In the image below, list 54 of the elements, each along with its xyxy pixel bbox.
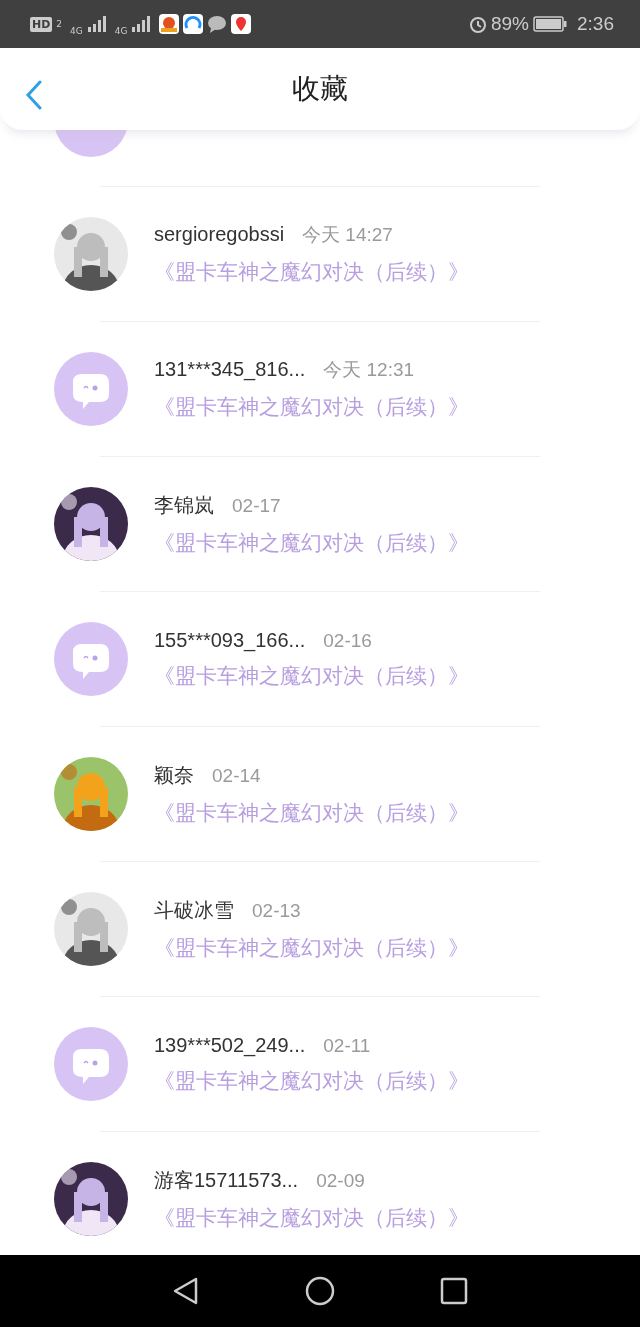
item-title: 《盟卡车神之魔幻对决（后续）》 bbox=[154, 934, 469, 962]
timestamp: 02-16 bbox=[323, 629, 372, 652]
item-title: 《盟卡车神之魔幻对决（后续）》 bbox=[154, 1067, 469, 1095]
back-icon[interactable] bbox=[172, 1276, 200, 1306]
user-name: 131***345_816... bbox=[154, 358, 306, 381]
timestamp: 02-14 bbox=[212, 764, 261, 787]
clock: 2:36 bbox=[577, 13, 614, 35]
favorite-item[interactable]: 139***502_249... 02-11 《盟卡车神之魔幻对决（后续）》 bbox=[0, 997, 640, 1131]
item-title: 《盟卡车神之魔幻对决（后续）》 bbox=[154, 394, 469, 421]
favorite-item[interactable]: sergioregobssi 今天 14:27 《盟卡车神之魔幻对决（后续）》 bbox=[0, 187, 640, 321]
timestamp: 今天 14:27 bbox=[302, 223, 393, 247]
battery-icon bbox=[533, 16, 567, 32]
timestamp: 02-13 bbox=[252, 899, 301, 922]
favorite-item[interactable]: 斗破冰雪 02-13 《盟卡车神之魔幻对决（后续）》 bbox=[0, 862, 640, 996]
signal-icon bbox=[86, 16, 107, 32]
avatar-icon bbox=[54, 1027, 128, 1101]
item-title: 《盟卡车神之魔幻对决（后续）》 bbox=[154, 1204, 469, 1232]
favorite-item[interactable]: 131***345_816... 今天 12:31 《盟卡车神之魔幻对决（后续）》 bbox=[0, 322, 640, 456]
user-name: sergioregobssi bbox=[154, 223, 285, 246]
timestamp: 02-09 bbox=[316, 1169, 365, 1192]
recents-icon[interactable] bbox=[440, 1277, 468, 1305]
favorite-item[interactable]: 155***093_166... 02-16 《盟卡车神之魔幻对决（后续）》 bbox=[0, 592, 640, 726]
user-name: 李锦岚 bbox=[154, 492, 214, 518]
home-icon[interactable] bbox=[305, 1276, 335, 1306]
network-label: 4G bbox=[114, 26, 128, 36]
user-name: 155***093_166... bbox=[154, 628, 306, 652]
user-name: 游客15711573... bbox=[154, 1167, 299, 1193]
favorite-item[interactable]: 游客15711573... 02-09 《盟卡车神之魔幻对决（后续）》 bbox=[0, 1132, 640, 1255]
item-title: 《盟卡车神之魔幻对决（后续）》 bbox=[154, 662, 469, 690]
alarm-icon bbox=[469, 15, 487, 33]
user-name: 颖奈 bbox=[154, 762, 194, 788]
timestamp: 02-17 bbox=[232, 494, 281, 517]
app-icon bbox=[183, 14, 204, 34]
hd-indicator: HD bbox=[30, 16, 53, 32]
avatar-icon bbox=[54, 130, 128, 157]
page-title: 收藏 bbox=[292, 71, 348, 107]
user-name: 139***502_249... bbox=[154, 1033, 306, 1057]
battery-percent: 89% bbox=[491, 13, 529, 35]
network-label: 4G bbox=[70, 26, 83, 36]
item-title: 《盟卡车神之魔幻对决（后续）》 bbox=[154, 799, 469, 827]
sim-label: 2 bbox=[56, 19, 63, 29]
chat-icon bbox=[207, 15, 228, 33]
map-pin-icon bbox=[231, 14, 252, 34]
signal-icon bbox=[131, 16, 152, 32]
timestamp: 02-11 bbox=[323, 1034, 371, 1057]
app-icon bbox=[159, 14, 180, 34]
item-title: 《盟卡车神之魔幻对决（后续）》 bbox=[154, 529, 469, 557]
favorite-item[interactable]: 颖奈 02-14 《盟卡车神之魔幻对决（后续）》 bbox=[0, 727, 640, 861]
item-title: 《盟卡车神之魔幻对决（后续）》 bbox=[154, 259, 469, 286]
avatar-icon bbox=[54, 352, 128, 426]
avatar-icon bbox=[54, 622, 128, 696]
favorite-item[interactable]: 李锦岚 02-17 《盟卡车神之魔幻对决（后续）》 bbox=[0, 457, 640, 591]
user-name: 斗破冰雪 bbox=[154, 897, 234, 923]
timestamp: 今天 12:31 bbox=[323, 358, 415, 382]
